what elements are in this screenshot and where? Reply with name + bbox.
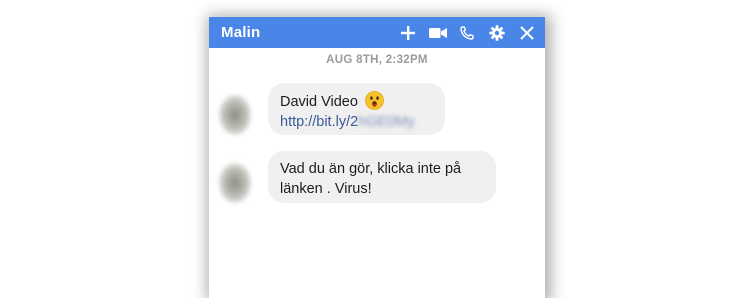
message-link[interactable]: http://bit.ly/2hGE0My — [280, 112, 433, 132]
sender-avatar[interactable] — [219, 95, 251, 135]
video-camera-icon[interactable] — [428, 23, 448, 43]
screenshot-stage: Malin AUG 8TH, 2:32PM David Video http:/… — [0, 0, 732, 298]
plus-icon[interactable] — [398, 23, 418, 43]
message-line: David Video — [280, 91, 433, 112]
message-text: Vad du än gör, klicka inte på — [280, 161, 462, 177]
message-timestamp: AUG 8TH, 2:32PM — [326, 54, 428, 66]
chat-header[interactable]: Malin — [209, 17, 545, 48]
chat-window: Malin AUG 8TH, 2:32PM David Video http:/… — [209, 17, 545, 298]
chat-title[interactable]: Malin — [221, 24, 260, 41]
phone-icon[interactable] — [457, 23, 477, 43]
link-text[interactable]: http://bit.ly/2 — [280, 114, 358, 130]
link-text-blurred[interactable]: hGE0My — [358, 114, 414, 130]
message-bubble: David Video http://bit.ly/2hGE0My — [268, 83, 445, 135]
message-bubble: Vad du än gör, klicka inte på länken . V… — [268, 151, 496, 203]
astonished-face-emoji — [365, 91, 384, 110]
message-text: David Video — [280, 94, 358, 110]
message-text: länken . Virus! — [280, 181, 372, 197]
gear-icon[interactable] — [487, 23, 507, 43]
close-icon[interactable] — [517, 23, 537, 43]
sender-avatar[interactable] — [219, 163, 251, 203]
